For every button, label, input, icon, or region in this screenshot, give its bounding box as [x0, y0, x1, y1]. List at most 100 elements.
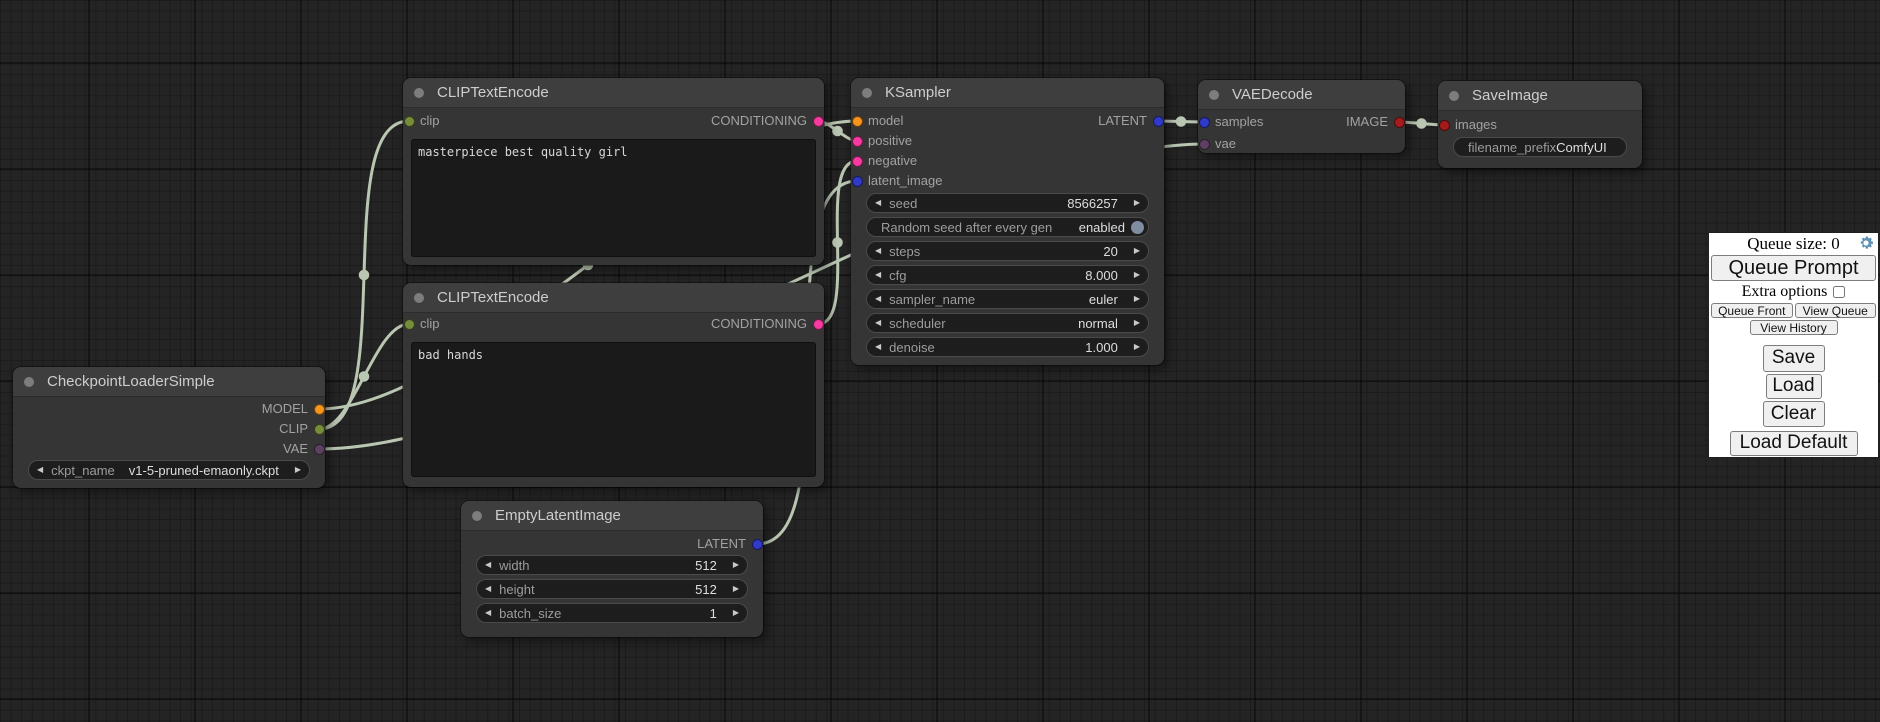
widget-width[interactable]: ◀width512▶: [476, 555, 748, 575]
widget-label: seed: [889, 196, 917, 211]
node-title-bar[interactable]: EmptyLatentImage: [461, 501, 763, 531]
increment-arrow-icon[interactable]: ▶: [1126, 313, 1148, 333]
load-default-button[interactable]: Load Default: [1730, 431, 1858, 456]
widget-scheduler[interactable]: ◀schedulernormal▶: [866, 313, 1149, 333]
node-title-bar[interactable]: CLIPTextEncode: [403, 78, 824, 108]
extra-options-row: Extra options: [1742, 282, 1846, 301]
view-history-button[interactable]: View History: [1750, 320, 1838, 335]
input-port-latent-image[interactable]: [852, 176, 863, 187]
node-ksampler[interactable]: KSamplermodelpositivenegativelatent_imag…: [851, 78, 1164, 365]
node-title-bar[interactable]: SaveImage: [1438, 81, 1642, 111]
node-clip-text-encode-positive[interactable]: CLIPTextEncodeclipCONDITIONINGmasterpiec…: [403, 78, 824, 265]
input-port-negative[interactable]: [852, 156, 863, 167]
increment-arrow-icon[interactable]: ▶: [1126, 241, 1148, 261]
collapse-dot-icon[interactable]: [472, 511, 482, 521]
increment-arrow-icon[interactable]: ▶: [1126, 289, 1148, 309]
input-port-label: clip: [420, 316, 440, 331]
input-port-label: vae: [1215, 136, 1236, 151]
input-port-images[interactable]: [1439, 120, 1450, 131]
widget-cfg[interactable]: ◀cfg8.000▶: [866, 265, 1149, 285]
output-port-image[interactable]: [1394, 117, 1405, 128]
clear-button[interactable]: Clear: [1763, 401, 1825, 426]
queue-prompt-button[interactable]: Queue Prompt: [1711, 255, 1876, 281]
increment-arrow-icon[interactable]: ▶: [725, 579, 747, 599]
node-empty-latent-image[interactable]: EmptyLatentImageLATENT◀width512▶◀height5…: [461, 501, 763, 637]
widget-label: cfg: [889, 268, 906, 283]
toggle-dot[interactable]: [1131, 221, 1144, 234]
queue-panel: Queue size: 0 Queue Prompt Extra options…: [1708, 232, 1879, 458]
widget-random-seed-after-every-gen[interactable]: Random seed after every genenabled: [866, 217, 1149, 237]
widget-steps[interactable]: ◀steps20▶: [866, 241, 1149, 261]
input-port-model[interactable]: [852, 116, 863, 127]
settings-gear-icon[interactable]: [1857, 234, 1875, 252]
output-port-label: LATENT: [697, 536, 746, 551]
input-port-samples[interactable]: [1199, 117, 1210, 128]
output-port-latent[interactable]: [1153, 116, 1164, 127]
node-save-image[interactable]: SaveImageimagesfilename_prefixComfyUI: [1438, 81, 1642, 168]
output-port-vae[interactable]: [314, 444, 325, 455]
increment-arrow-icon[interactable]: ▶: [725, 555, 747, 575]
comfyui-canvas[interactable]: { "canvas": { "wire_color": "#b9c6b2", "…: [0, 0, 1880, 722]
decrement-arrow-icon[interactable]: ◀: [867, 265, 889, 285]
node-title-bar[interactable]: KSampler: [851, 78, 1164, 108]
node-title-bar[interactable]: CheckpointLoaderSimple: [13, 367, 325, 397]
output-port-latent[interactable]: [752, 539, 763, 550]
increment-arrow-icon[interactable]: ▶: [725, 603, 747, 623]
output-port-clip[interactable]: [314, 424, 325, 435]
output-port-conditioning[interactable]: [813, 319, 824, 330]
input-port-vae[interactable]: [1199, 139, 1210, 150]
input-port-clip[interactable]: [404, 116, 415, 127]
output-port-model[interactable]: [314, 404, 325, 415]
decrement-arrow-icon[interactable]: ◀: [867, 193, 889, 213]
widget-sampler-name[interactable]: ◀sampler_nameeuler▶: [866, 289, 1149, 309]
collapse-dot-icon[interactable]: [414, 293, 424, 303]
increment-arrow-icon[interactable]: ▶: [1126, 193, 1148, 213]
widget-label: ckpt_name: [51, 463, 115, 478]
node-checkpoint-loader[interactable]: CheckpointLoaderSimpleMODELCLIPVAE◀ckpt_…: [13, 367, 325, 488]
decrement-arrow-icon[interactable]: ◀: [477, 555, 499, 575]
increment-arrow-icon[interactable]: ▶: [1126, 337, 1148, 357]
load-button[interactable]: Load: [1766, 374, 1822, 399]
decrement-arrow-icon[interactable]: ◀: [867, 289, 889, 309]
widget-denoise[interactable]: ◀denoise1.000▶: [866, 337, 1149, 357]
node-title-text: CheckpointLoaderSimple: [47, 367, 215, 397]
widget-ckpt-name[interactable]: ◀ckpt_namev1-5-pruned-emaonly.ckpt▶: [28, 460, 310, 480]
increment-arrow-icon[interactable]: ▶: [1126, 265, 1148, 285]
decrement-arrow-icon[interactable]: ◀: [867, 313, 889, 333]
output-port-conditioning[interactable]: [813, 116, 824, 127]
node-title-text: CLIPTextEncode: [437, 283, 549, 313]
node-clip-text-encode-negative[interactable]: CLIPTextEncodeclipCONDITIONINGbad hands: [403, 283, 824, 487]
view-queue-button[interactable]: View Queue: [1795, 303, 1877, 318]
decrement-arrow-icon[interactable]: ◀: [29, 460, 51, 480]
decrement-arrow-icon[interactable]: ◀: [867, 241, 889, 261]
prompt-textarea[interactable]: masterpiece best quality girl: [411, 139, 816, 257]
widget-value: 512: [695, 558, 717, 573]
queue-front-button[interactable]: Queue Front: [1711, 303, 1793, 318]
collapse-dot-icon[interactable]: [1449, 91, 1459, 101]
collapse-dot-icon[interactable]: [24, 377, 34, 387]
widget-value: 20: [1103, 244, 1117, 259]
decrement-arrow-icon[interactable]: ◀: [867, 337, 889, 357]
node-vae-decode[interactable]: VAEDecodesamplesvaeIMAGE: [1198, 80, 1405, 153]
collapse-dot-icon[interactable]: [414, 88, 424, 98]
collapse-dot-icon[interactable]: [862, 88, 872, 98]
widget-value: normal: [1078, 316, 1118, 331]
widget-seed[interactable]: ◀seed8566257▶: [866, 193, 1149, 213]
widget-height[interactable]: ◀height512▶: [476, 579, 748, 599]
widget-filename-prefix[interactable]: filename_prefixComfyUI: [1453, 137, 1627, 157]
input-port-positive[interactable]: [852, 136, 863, 147]
extra-options-checkbox[interactable]: [1833, 286, 1845, 298]
save-button[interactable]: Save: [1763, 345, 1825, 371]
node-title-bar[interactable]: VAEDecode: [1198, 80, 1405, 110]
node-title-bar[interactable]: CLIPTextEncode: [403, 283, 824, 313]
decrement-arrow-icon[interactable]: ◀: [477, 603, 499, 623]
increment-arrow-icon[interactable]: ▶: [287, 460, 309, 480]
output-port-label: MODEL: [262, 401, 308, 416]
prompt-textarea[interactable]: bad hands: [411, 342, 816, 477]
collapse-dot-icon[interactable]: [1209, 90, 1219, 100]
widget-value: 1: [710, 606, 717, 621]
widget-value: enabled: [1079, 220, 1125, 235]
decrement-arrow-icon[interactable]: ◀: [477, 579, 499, 599]
widget-batch-size[interactable]: ◀batch_size1▶: [476, 603, 748, 623]
input-port-clip[interactable]: [404, 319, 415, 330]
